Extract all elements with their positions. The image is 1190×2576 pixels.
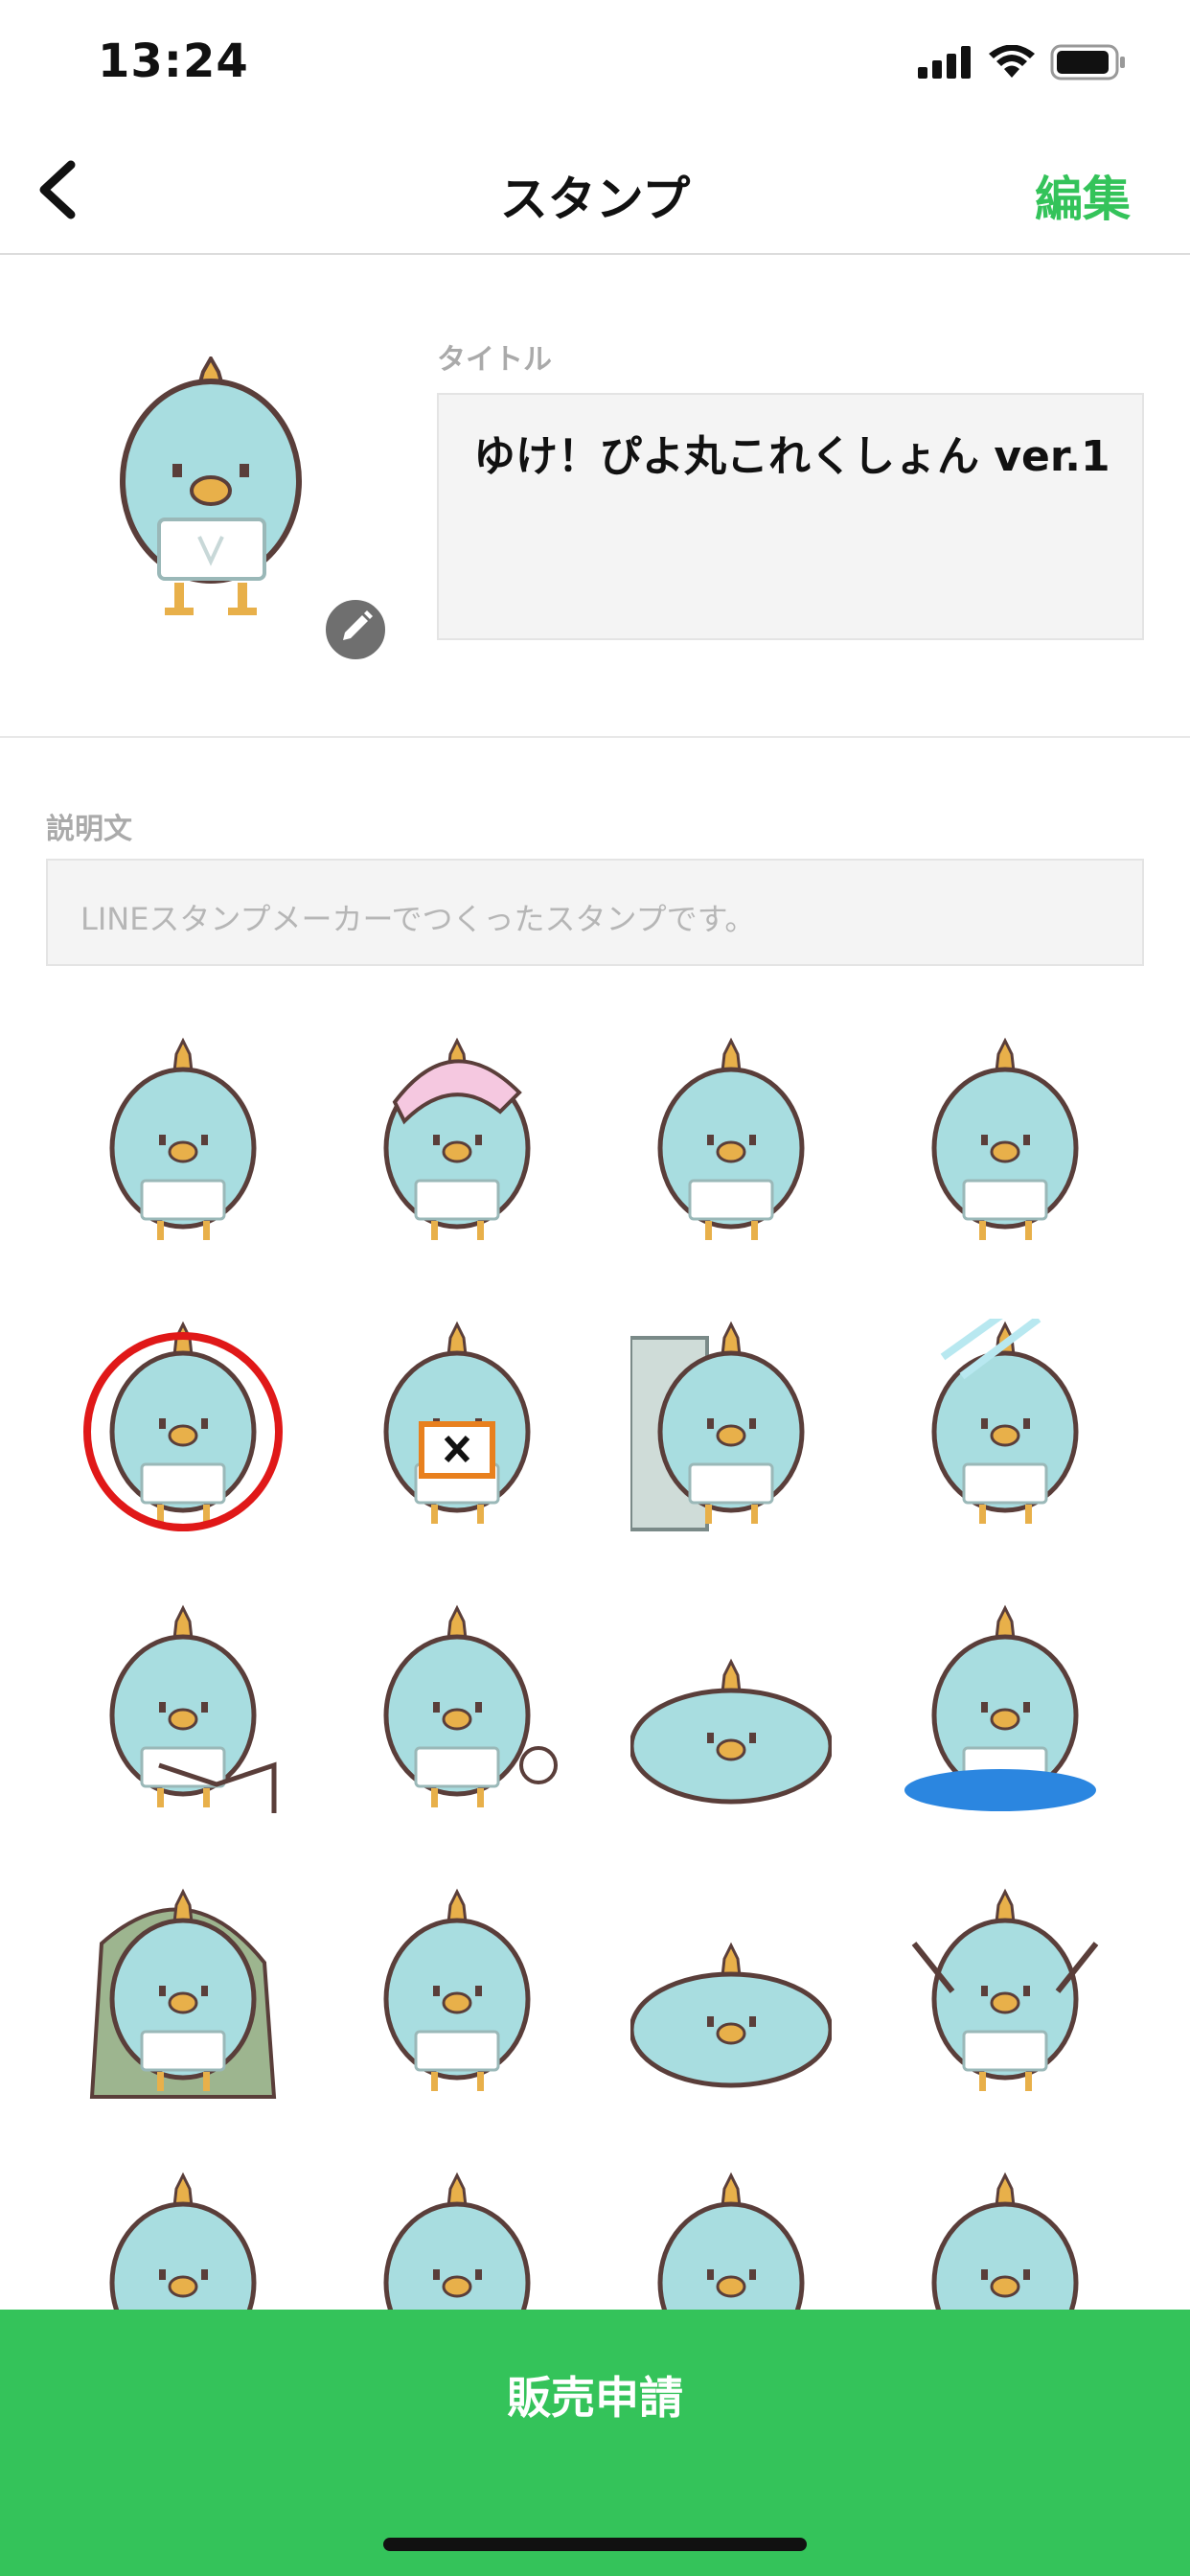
sticker-teary[interactable] (868, 2150, 1142, 2310)
sticker-image (83, 1321, 283, 1531)
sticker-image (931, 1037, 1079, 1240)
sticker-image (383, 1321, 531, 1524)
status-icons (918, 44, 1127, 80)
pencil-icon (343, 610, 373, 640)
sticker-image (931, 1319, 1079, 1524)
sticker-circle-ok[interactable] (46, 1300, 320, 1583)
sticker-hugging-ball[interactable] (320, 1867, 594, 2150)
status-bar: 13:24 (0, 0, 1190, 125)
sticker-image (89, 1888, 277, 2099)
sticker-image (630, 1321, 805, 1531)
sticker-surprised[interactable] (320, 2150, 594, 2310)
sticker-image (109, 1604, 277, 1813)
sticker-cheer-pompoms[interactable] (868, 1867, 1142, 2150)
sticker-image (109, 2172, 257, 2310)
title-label: タイトル (437, 343, 552, 377)
battery-icon (1050, 44, 1125, 80)
sticker-image (630, 1942, 832, 2088)
sticker-x-sign[interactable] (320, 1300, 594, 1583)
sticker-image (630, 1658, 832, 1805)
sticker-smile[interactable] (594, 2150, 868, 2310)
sticker-crying-puddle[interactable] (868, 1583, 1142, 1867)
sticker-fishing-swing[interactable] (46, 1583, 320, 1867)
status-time: 13:24 (98, 34, 249, 88)
sell-request-label: 販売申請 (507, 2372, 683, 2424)
sticker-image (383, 1604, 558, 1807)
sticker-waving[interactable] (868, 1016, 1142, 1300)
edit-button[interactable]: 編集 (1035, 161, 1131, 230)
sticker-towel-wiping[interactable] (46, 1016, 320, 1300)
sticker-window-glare[interactable] (868, 1300, 1142, 1583)
sticker-image (911, 1888, 1099, 2091)
sticker-sleep-cap[interactable] (320, 1016, 594, 1300)
signal-icon (918, 46, 971, 79)
sticker-standing[interactable] (594, 1016, 868, 1300)
page-title: スタンプ (499, 172, 691, 227)
sticker-peeking-wall[interactable] (594, 1300, 868, 1583)
sticker-hooded-cloak[interactable] (46, 1867, 320, 2150)
description-input[interactable]: LINEスタンプメーカーでつくったスタンプです。 (46, 859, 1144, 966)
sell-request-button[interactable]: 販売申請 (0, 2310, 1190, 2576)
sticker-image (383, 1037, 531, 1240)
main-sticker-image[interactable] (115, 356, 307, 625)
sticker-flower[interactable] (46, 2150, 320, 2310)
home-indicator (383, 2538, 807, 2551)
navigation-bar: スタンプ 編集 (0, 125, 1190, 255)
sticker-kick-puff[interactable] (320, 1583, 594, 1867)
sticker-image (383, 1888, 531, 2091)
wifi-icon (989, 45, 1035, 78)
sticker-image (657, 2172, 805, 2310)
section-divider (0, 736, 1190, 738)
title-input[interactable]: ゆけ！ぴよ丸これくしょん ver.1 (437, 393, 1144, 640)
description-placeholder: LINEスタンプメーカーでつくったスタンプです。 (80, 901, 756, 937)
sticker-image (931, 2172, 1079, 2310)
sticker-flattened[interactable] (594, 1583, 868, 1867)
sticker-image (904, 1604, 1096, 1811)
sticker-image (109, 1037, 257, 1240)
sticker-lying-down[interactable] (594, 1867, 868, 2150)
sticker-image (657, 1037, 805, 1240)
edit-sticker-button[interactable] (322, 596, 389, 663)
sticker-grid (46, 1016, 1144, 2310)
description-label: 説明文 (46, 813, 132, 846)
title-value: ゆけ！ぴよ丸これくしょん ver.1 (473, 432, 1110, 481)
sticker-image (383, 2172, 531, 2310)
